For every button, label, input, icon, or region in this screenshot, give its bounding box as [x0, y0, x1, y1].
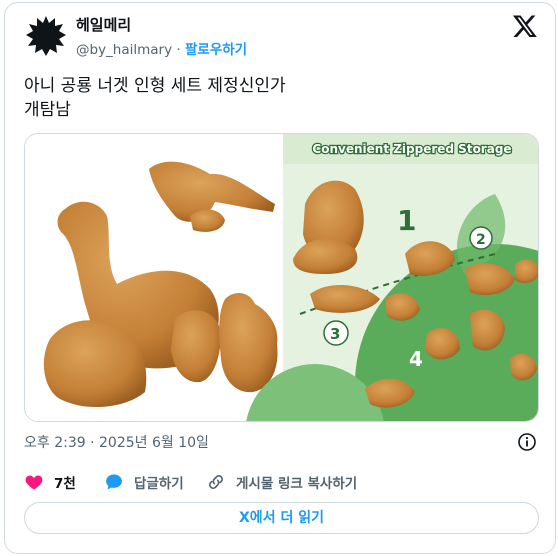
media-image: Convenient Zippered Storage 1 2 3 4	[25, 134, 538, 421]
reply-button[interactable]: 답글하기	[104, 470, 184, 494]
author-handle[interactable]: @by_hailmary	[76, 42, 172, 58]
step-number-4: 4	[409, 347, 423, 371]
step-number-3: 3	[330, 325, 340, 343]
link-icon	[209, 475, 223, 489]
copy-link-label: 게시물 링크 복사하기	[236, 476, 358, 492]
media-banner-text: Convenient Zippered Storage	[312, 142, 511, 156]
read-more-button[interactable]: X에서 더 읽기	[24, 502, 539, 534]
tweet-text-line2: 개탐남	[24, 100, 71, 120]
reply-icon	[106, 474, 122, 490]
author-handle-row: @by_hailmary · 팔로우하기	[76, 38, 247, 58]
x-logo-icon[interactable]	[512, 13, 538, 39]
copy-link-button[interactable]: 게시물 링크 복사하기	[206, 470, 357, 494]
step-number-1: 1	[397, 204, 416, 237]
tweet-text-line1: 아니 공룡 너겟 인형 세트 제정신인가	[24, 76, 286, 96]
info-icon[interactable]	[517, 432, 537, 452]
action-bar: 7천 답글하기 게시물 링크 복사하기	[24, 470, 539, 494]
author-name[interactable]: 헤일메리	[76, 14, 131, 35]
tweet-text: 아니 공룡 너겟 인형 세트 제정신인가 개탐남	[24, 74, 534, 122]
reply-label: 답글하기	[134, 476, 184, 492]
avatar[interactable]	[24, 14, 68, 58]
like-button[interactable]: 7천	[24, 470, 76, 494]
tweet-timestamp[interactable]: 오후 2:39 · 2025년 6월 10일	[24, 432, 209, 452]
heart-icon	[25, 475, 43, 490]
tweet-media[interactable]: Convenient Zippered Storage 1 2 3 4	[24, 133, 539, 422]
step-number-2: 2	[476, 232, 486, 248]
handle-separator: ·	[176, 42, 181, 58]
like-count: 7천	[54, 476, 76, 492]
follow-button[interactable]: 팔로우하기	[185, 42, 247, 58]
